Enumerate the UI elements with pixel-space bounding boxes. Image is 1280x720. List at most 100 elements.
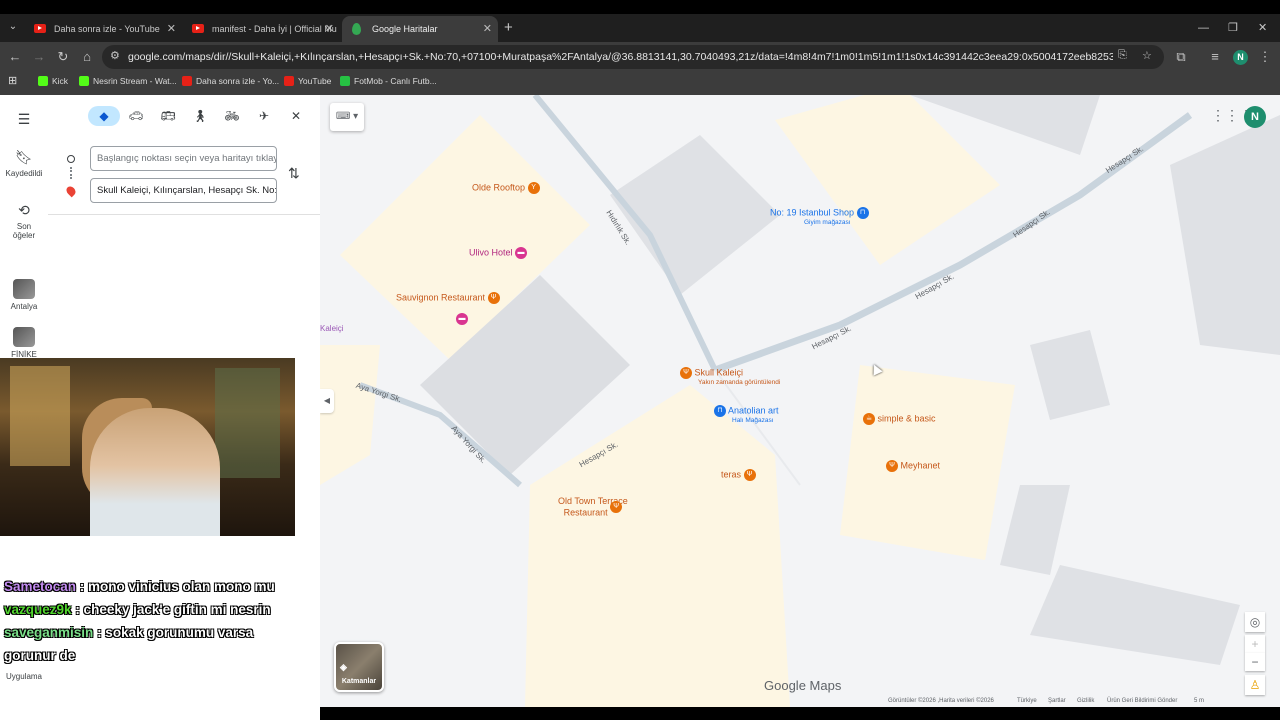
back-icon[interactable]: ← <box>6 48 24 66</box>
chat-user: vazquez9k <box>4 602 72 617</box>
tab-search-icon[interactable]: ⌄ <box>4 18 22 36</box>
map-building <box>1170 115 1280 355</box>
poi-hotel-marker[interactable]: ▬ <box>456 313 468 325</box>
cafe-icon: ☕︎ <box>863 413 875 425</box>
recent-item[interactable]: ⟲ Son öğeler <box>0 202 48 240</box>
chat-text: : cheeky jack'e giftin mi nesrin <box>75 602 271 617</box>
car-mode-icon[interactable]: 🚗︎ <box>120 106 152 126</box>
collapse-panel-icon[interactable]: ◀ <box>320 389 334 413</box>
menu-icon[interactable]: ☰ <box>0 111 48 131</box>
place-thumbnail <box>13 327 35 347</box>
flight-mode-icon[interactable]: ✈︎ <box>248 106 280 126</box>
map-building <box>1030 565 1240 665</box>
restaurant-icon: Ψ <box>610 501 623 513</box>
terms-link[interactable]: Şartlar <box>1048 698 1066 704</box>
history-icon: ⟲ <box>18 202 30 218</box>
best-route-mode-icon[interactable]: ◆ <box>88 106 120 126</box>
destination-input[interactable]: Skull Kaleiçi, Kılınçarslan, Hesapçı Sk.… <box>90 178 277 203</box>
poi-sauvignon[interactable]: Sauvignon Restaurant Ψ <box>396 292 500 304</box>
poi-skull-kaleici[interactable]: Ψ Skull Kaleiçi Yakın zamanda görüntülend… <box>680 367 780 386</box>
region-link[interactable]: Türkiye <box>1017 698 1037 704</box>
forward-icon[interactable]: → <box>30 48 48 66</box>
map-canvas[interactable]: ⌨ ▾ ◀ Olde Rooftop Y Ulivo Hotel ▬ Sauvi… <box>320 95 1280 707</box>
map-footer: Görüntüler ©2026 ,Harita verileri ©2026 … <box>320 697 1280 707</box>
feedback-link[interactable]: Ürün Geri Bildirimi Gönder <box>1107 698 1177 704</box>
profile-avatar[interactable]: N <box>1233 50 1248 65</box>
place-thumbnail <box>13 279 35 299</box>
restaurant-icon: Ψ <box>680 367 692 379</box>
close-window-icon[interactable]: ✕ <box>1258 18 1267 38</box>
bookmark-youtube[interactable]: YouTube <box>284 72 331 90</box>
window-background <box>10 366 70 466</box>
url-text[interactable]: google.com/maps/dir//Skull+Kaleiçi,+Kılı… <box>128 45 1113 69</box>
poi-label: Anatolian art <box>728 405 779 416</box>
poi-old-town-terrace[interactable]: Old Town Terrace Restaurant Ψ <box>558 496 628 519</box>
start-input[interactable]: Başlangıç noktası seçin veya haritayı tı… <box>90 146 277 171</box>
scale-label: 5 m <box>1194 698 1205 704</box>
reload-icon[interactable]: ↻ <box>54 48 72 66</box>
tab-watch-later[interactable]: Daha sonra izle - YouTube ✕ <box>24 16 182 42</box>
privacy-link[interactable]: Gizlilik <box>1077 698 1094 704</box>
close-icon[interactable]: ✕ <box>483 16 492 42</box>
close-icon[interactable]: ✕ <box>167 16 176 42</box>
layers-button[interactable]: ◈ Katmanlar <box>334 642 384 692</box>
apps-grid-icon[interactable]: ⊞ <box>8 72 17 90</box>
bookmark-label: Kick <box>52 76 69 86</box>
restore-icon[interactable]: ❐ <box>1228 18 1238 38</box>
bookmark-star-icon[interactable]: ☆ <box>1142 49 1152 62</box>
my-location-icon[interactable]: ◎ <box>1245 612 1265 632</box>
bicycle-mode-icon[interactable]: 🚲︎ <box>216 106 248 126</box>
omnibox[interactable]: ⚙ google.com/maps/dir//Skull+Kaleiçi,+Kı… <box>102 45 1164 69</box>
poi-label: simple & basic <box>877 413 936 424</box>
poi-olde-rooftop[interactable]: Olde Rooftop Y <box>472 182 540 194</box>
minimize-icon[interactable]: — <box>1198 18 1209 38</box>
youtube-icon <box>284 76 294 86</box>
close-icon[interactable]: ✕ <box>325 16 334 42</box>
poi-teras[interactable]: teras Ψ <box>721 469 756 481</box>
bookmark-kick[interactable]: Kick <box>38 72 68 90</box>
close-icon[interactable]: ✕ <box>280 106 312 126</box>
poi-label: Meyhanet <box>900 460 941 471</box>
poi-sublabel: Giyim mağazası <box>804 219 851 226</box>
site-info-icon[interactable]: ⚙ <box>110 49 120 62</box>
webcam-overlay <box>0 358 295 536</box>
tab-google-maps[interactable]: Google Haritalar ✕ <box>342 16 498 42</box>
poi-meyhanet[interactable]: Ψ Meyhanet <box>886 460 940 472</box>
recent-place-finike[interactable]: FİNİKE <box>0 327 48 359</box>
swap-icon[interactable]: ⇅ <box>288 165 300 182</box>
menu-icon[interactable]: ⋮ <box>1256 48 1274 66</box>
kick-icon <box>38 76 48 86</box>
zoom-out-icon[interactable]: − <box>1245 653 1265 671</box>
poi-sublabel: Yakın zamanda görüntülendi <box>698 379 781 386</box>
screen: ⌄ Daha sonra izle - YouTube ✕ manifest -… <box>0 0 1280 720</box>
zoom-in-icon[interactable]: + <box>1245 635 1265 653</box>
apps-item[interactable]: Uygulama <box>0 672 48 681</box>
shopping-bag-icon: ⊓ <box>714 405 726 417</box>
home-icon[interactable]: ⌂ <box>78 48 96 66</box>
poi-simple-basic[interactable]: ☕︎ simple & basic <box>863 413 936 425</box>
street-view-pegman-icon[interactable]: ♙ <box>1245 675 1265 695</box>
bookmark-fotmob[interactable]: FotMob - Canlı Futb... <box>340 72 437 90</box>
walk-mode-icon[interactable]: 🚶︎ <box>184 106 216 126</box>
install-app-icon[interactable]: ⎘ <box>1118 49 1127 62</box>
transit-mode-icon[interactable]: 🚌︎ <box>152 106 184 126</box>
poi-ulivo-hotel[interactable]: Ulivo Hotel ▬ <box>469 247 528 259</box>
place-label: Antalya <box>10 302 38 311</box>
keyboard-input-icon[interactable]: ⌨ ▾ <box>330 103 364 131</box>
tab-manifest[interactable]: manifest - Daha İyi | Official Mu ✕ <box>182 16 340 42</box>
poi-label: No: 19 Istanbul Shop <box>770 207 855 218</box>
chat-overlay: Sametocan : mono vinicius olan mono mu v… <box>4 575 304 667</box>
map-building <box>1030 330 1110 420</box>
bookmark-watch-later[interactable]: Daha sonra izle - Yo... <box>182 72 279 90</box>
poi-istanbul-shop[interactable]: No: 19 Istanbul Shop ⊓ Giyim mağazası <box>770 207 869 226</box>
poi-anatolian-art[interactable]: ⊓ Anatolian art Halı Mağazası <box>714 405 779 424</box>
media-icon[interactable]: ≡ <box>1206 48 1224 66</box>
saved-item[interactable]: 🔖︎ Kaydedildi <box>0 149 48 178</box>
profile-avatar[interactable]: N <box>1244 106 1266 128</box>
bookmark-nesrin-stream[interactable]: Nesrin Stream - Wat... <box>79 72 177 90</box>
map-block <box>775 95 1000 265</box>
recent-place-antalya[interactable]: Antalya <box>0 279 48 311</box>
bookmark-icon: 🔖︎ <box>15 149 33 165</box>
new-tab-icon[interactable]: + <box>504 16 513 40</box>
extensions-icon[interactable]: ⧉ <box>1172 48 1190 66</box>
